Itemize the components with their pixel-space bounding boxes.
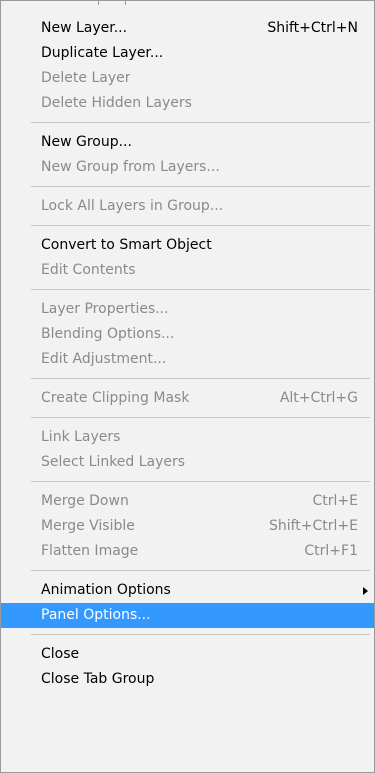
menu-item-label: Flatten Image [41,543,139,559]
menu-item-lock-all-layers-in-group[interactable]: Lock All Layers in Group... [1,194,374,219]
menu-item-label: Duplicate Layer... [41,45,164,61]
menu-item-list: New Layer... Shift+Ctrl+N Duplicate Layer.… [1,16,374,692]
menu-item-label: Layer Properties... [41,301,169,317]
menu-item-label: Convert to Smart Object [41,237,212,253]
menu-item-select-linked-layers[interactable]: Select Linked Layers [1,450,374,475]
menu-group: New Layer... Shift+Ctrl+N Duplicate Layer.… [1,16,374,116]
menu-item-create-clipping-mask[interactable]: Create Clipping Mask Alt+Ctrl+G [1,386,374,411]
menu-item-label: Close [41,646,80,662]
menu-item-layer-properties[interactable]: Layer Properties... [1,297,374,322]
menu-item-label: Delete Hidden Layers [41,95,192,111]
menu-item-panel-options[interactable]: Panel Options... [1,603,374,628]
menu-item-shortcut: Shift+Ctrl+E [268,518,358,534]
menu-group: Convert to Smart Object Edit Contents [1,233,374,283]
menu-item-label: Panel Options... [41,607,151,623]
menu-item-edit-contents[interactable]: Edit Contents [1,258,374,283]
menu-separator [31,481,370,482]
menu-group: Lock All Layers in Group... [1,194,374,219]
menu-item-label: Animation Options [41,582,171,598]
menu-item-label: Close Tab Group [41,671,155,687]
menu-item-label: Merge Visible [41,518,135,534]
menu-item-link-layers[interactable]: Link Layers [1,425,374,450]
menu-item-label: Merge Down [41,493,129,509]
menu-anchor-tab [98,1,126,5]
menu-group: New Group... New Group from Layers... [1,130,374,180]
menu-item-delete-hidden-layers[interactable]: Delete Hidden Layers [1,91,374,116]
menu-item-label: New Layer... [41,20,128,36]
menu-item-shortcut: Ctrl+F1 [304,543,358,559]
menu-separator [31,186,370,187]
menu-item-close[interactable]: Close [1,642,374,667]
menu-group: Animation Options Panel Options... [1,578,374,628]
menu-item-convert-to-smart-object[interactable]: Convert to Smart Object [1,233,374,258]
menu-group: Merge Down Ctrl+E Merge Visible Shift+Ctrl+… [1,489,374,564]
menu-separator [31,122,370,123]
menu-item-label: New Group... [41,134,132,150]
menu-item-label: New Group from Layers... [41,159,220,175]
menu-item-new-group-from-layers[interactable]: New Group from Layers... [1,155,374,180]
menu-item-duplicate-layer[interactable]: Duplicate Layer... [1,41,374,66]
menu-item-blending-options[interactable]: Blending Options... [1,322,374,347]
menu-item-delete-layer[interactable]: Delete Layer [1,66,374,91]
menu-item-label: Delete Layer [41,70,131,86]
menu-item-label: Lock All Layers in Group... [41,198,224,214]
menu-separator [31,570,370,571]
triangle-right-icon [363,578,368,603]
menu-separator [31,417,370,418]
menu-item-label: Edit Adjustment... [41,351,167,367]
menu-item-label: Blending Options... [41,326,175,342]
menu-item-animation-options[interactable]: Animation Options [1,578,374,603]
menu-item-label: Create Clipping Mask [41,390,190,406]
menu-item-label: Edit Contents [41,262,136,278]
menu-separator [31,289,370,290]
menu-group: Create Clipping Mask Alt+Ctrl+G [1,386,374,411]
menu-item-shortcut: Alt+Ctrl+G [279,390,358,406]
menu-item-edit-adjustment[interactable]: Edit Adjustment... [1,347,374,372]
menu-separator [31,634,370,635]
menu-group: Link Layers Select Linked Layers [1,425,374,475]
menu-item-new-group[interactable]: New Group... [1,130,374,155]
menu-item-new-layer[interactable]: New Layer... Shift+Ctrl+N [1,16,374,41]
panel-context-menu: New Layer... Shift+Ctrl+N Duplicate Layer.… [0,0,375,773]
menu-item-merge-down[interactable]: Merge Down Ctrl+E [1,489,374,514]
menu-item-close-tab-group[interactable]: Close Tab Group [1,667,374,692]
menu-group: Close Close Tab Group [1,642,374,692]
menu-item-label: Link Layers [41,429,121,445]
menu-item-shortcut: Ctrl+E [312,493,359,509]
menu-item-flatten-image[interactable]: Flatten Image Ctrl+F1 [1,539,374,564]
menu-separator [31,225,370,226]
menu-item-merge-visible[interactable]: Merge Visible Shift+Ctrl+E [1,514,374,539]
menu-group: Layer Properties... Blending Options... Ed… [1,297,374,372]
menu-separator [31,378,370,379]
menu-item-label: Select Linked Layers [41,454,186,470]
menu-item-shortcut: Shift+Ctrl+N [267,20,358,36]
